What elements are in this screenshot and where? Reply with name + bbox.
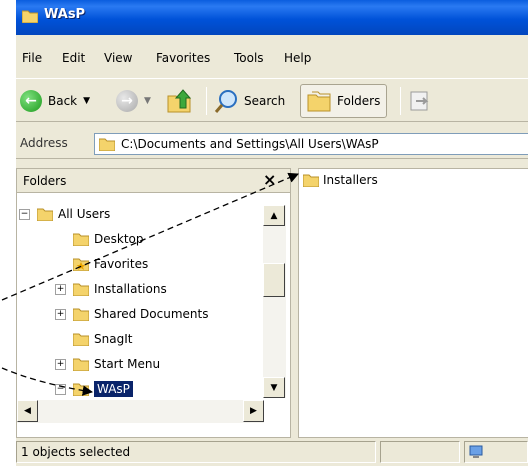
open-folder-icon <box>73 383 89 396</box>
menu-file[interactable]: File <box>22 51 42 65</box>
search-label: Search <box>244 94 286 108</box>
toolbar-separator <box>206 87 207 115</box>
menu-bar: File Edit View Favorites Tools Help <box>16 47 528 69</box>
address-value: C:\Documents and Settings\All Users\WAsP <box>121 137 379 151</box>
content-item-label: Installers <box>323 173 378 187</box>
status-text: 1 objects selected <box>16 441 376 463</box>
computer-icon <box>469 445 483 458</box>
tree-item-label: Shared Documents <box>94 307 209 321</box>
tree-item-label: All Users <box>58 207 111 221</box>
folder-icon <box>37 208 53 221</box>
collapse-toggle[interactable]: − <box>19 209 30 220</box>
tree-item-label: Start Menu <box>94 357 161 371</box>
forward-arrow-icon: → <box>116 90 138 112</box>
tree-item-favorites[interactable]: Favorites <box>73 252 148 276</box>
up-folder-icon <box>167 89 192 113</box>
folders-button[interactable]: Folders <box>300 84 388 118</box>
folders-pane-header: Folders × <box>17 169 290 193</box>
toolbar-separator <box>400 87 401 115</box>
menu-favorites[interactable]: Favorites <box>156 51 210 65</box>
tree-item-wasp[interactable]: WAsP <box>73 377 133 401</box>
folders-pane: Folders × − All Users Desktop Favorites … <box>16 168 291 438</box>
tree-item-start-menu[interactable]: Start Menu <box>73 352 160 376</box>
back-arrow-icon: ← <box>20 90 42 112</box>
status-cell-empty <box>380 441 460 463</box>
close-icon[interactable]: × <box>263 170 276 189</box>
scroll-left-button[interactable]: ◀ <box>17 400 38 422</box>
tree-item-shared-documents[interactable]: Shared Documents <box>73 302 208 326</box>
folders-label: Folders <box>337 94 381 108</box>
status-bar: 1 objects selected <box>16 438 528 466</box>
horizontal-scrollbar[interactable]: ◀ ▶ <box>17 400 264 423</box>
folder-icon <box>73 358 89 371</box>
chevron-down-icon: ▼ <box>144 96 151 106</box>
back-button[interactable]: ← Back ▼ <box>20 84 90 118</box>
chevron-down-icon: ▼ <box>83 96 91 106</box>
folder-icon <box>22 10 38 23</box>
tree-item-installations[interactable]: Installations <box>73 277 167 301</box>
arrow-down-icon: ▼ <box>270 382 278 393</box>
folder-icon <box>73 233 89 246</box>
favorites-folder-icon <box>73 258 89 271</box>
folder-icon <box>99 138 115 151</box>
expand-toggle[interactable]: + <box>55 309 66 320</box>
tree-item-label: Favorites <box>94 257 149 271</box>
tree-item-label: Installations <box>94 282 167 296</box>
scroll-up-button[interactable]: ▲ <box>263 205 285 226</box>
title-bar[interactable]: WAsP <box>16 0 528 35</box>
move-to-button[interactable] <box>408 84 432 118</box>
folder-icon <box>73 333 89 346</box>
expand-toggle[interactable]: + <box>55 284 66 295</box>
content-pane[interactable]: Installers <box>298 168 528 438</box>
tree-item-desktop[interactable]: Desktop <box>73 227 144 251</box>
tree-item-all-users[interactable]: All Users <box>37 202 110 226</box>
scroll-thumb[interactable] <box>263 263 285 297</box>
folders-icon <box>307 91 331 112</box>
folder-icon <box>73 283 89 296</box>
back-label: Back <box>48 94 78 108</box>
tree-item-label-selected: WAsP <box>94 381 133 397</box>
arrow-right-icon: ▶ <box>250 406 257 416</box>
window-title: WAsP <box>44 7 86 22</box>
address-field[interactable]: C:\Documents and Settings\All Users\WAsP <box>94 133 528 155</box>
status-cell-zone <box>464 441 528 463</box>
folder-icon <box>73 308 89 321</box>
toolbar: ← Back ▼ → ▼ Search Folders <box>16 78 528 122</box>
arrow-left-icon: ◀ <box>24 406 31 416</box>
search-icon <box>214 90 237 113</box>
address-bar: Address C:\Documents and Settings\All Us… <box>16 131 528 159</box>
menu-view[interactable]: View <box>104 51 132 65</box>
move-to-icon <box>410 91 429 111</box>
expand-toggle[interactable]: + <box>55 359 66 370</box>
tree-item-snagit[interactable]: SnagIt <box>73 327 132 351</box>
menu-help[interactable]: Help <box>284 51 311 65</box>
arrow-up-icon: ▲ <box>270 210 278 221</box>
folders-pane-title: Folders <box>23 174 67 188</box>
explorer-window: WAsP File Edit View Favorites Tools Help… <box>16 0 528 466</box>
search-button[interactable]: Search <box>214 84 285 118</box>
folder-icon <box>303 174 319 187</box>
content-item-installers[interactable]: Installers <box>303 173 378 187</box>
up-folder-button[interactable] <box>166 84 194 118</box>
menu-edit[interactable]: Edit <box>62 51 85 65</box>
tree-item-label: Desktop <box>94 232 144 246</box>
forward-button[interactable]: → ▼ <box>116 84 151 118</box>
tree-item-label: SnagIt <box>94 332 133 346</box>
scroll-down-button[interactable]: ▼ <box>263 377 285 398</box>
scroll-right-button[interactable]: ▶ <box>243 400 264 422</box>
collapse-toggle[interactable]: − <box>55 384 66 395</box>
menu-tools[interactable]: Tools <box>234 51 264 65</box>
address-label: Address <box>20 136 68 150</box>
vertical-scrollbar[interactable]: ▲ ▼ <box>263 205 286 398</box>
